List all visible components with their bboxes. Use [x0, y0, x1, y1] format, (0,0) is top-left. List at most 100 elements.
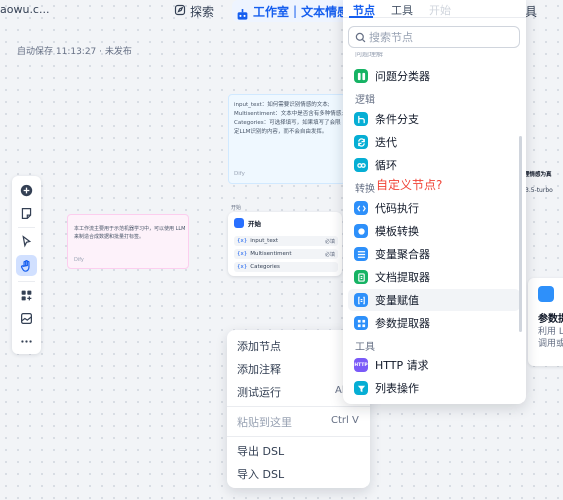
explore-link[interactable]: 探索 [174, 3, 214, 20]
node-item[interactable]: 条件分支 [348, 108, 520, 130]
node-item-label: 迭代 [375, 136, 397, 149]
node-item-label: HTTP 请求 [375, 359, 429, 372]
variable-icon: {x} [237, 251, 248, 257]
node-item[interactable]: 问题分类器 [348, 65, 520, 87]
variable-name: input_text [250, 238, 279, 244]
pointer-icon[interactable] [19, 234, 34, 249]
assigner-icon [354, 293, 368, 307]
category-label: 问题理解 [355, 52, 383, 58]
organize-icon[interactable] [19, 288, 34, 303]
app-title[interactable]: 文本情感 [301, 3, 349, 20]
param-node-desc: 利用 L 出结构 调用或 [538, 327, 563, 349]
node-item[interactable]: 模板转换 [348, 220, 520, 242]
start-node-icon [234, 218, 244, 228]
classifier-icon [354, 69, 368, 83]
menu-import-dsl[interactable]: 导入 DSL [237, 466, 284, 482]
note-text: 本工作流主要用于示范机器学习中，可以使用 LLM 来制造合成数据和批量打标签。 [74, 226, 186, 240]
iteration-icon [354, 135, 368, 149]
node-item-label: 条件分支 [375, 113, 419, 126]
aggregator-icon [354, 247, 368, 261]
menu-add-node[interactable]: 添加节点 [237, 338, 281, 354]
variable-required: 必填 [324, 251, 335, 258]
node-item[interactable]: 迭代 [348, 131, 520, 153]
doc-extractor-icon [354, 270, 368, 284]
start-variable: {x} Categories [234, 262, 338, 272]
add-node-icon[interactable] [19, 183, 34, 198]
studio-label: 工作室 [253, 4, 290, 19]
param-extractor-icon [538, 286, 554, 302]
param-node-title: 参数提 [538, 314, 563, 325]
template-icon [354, 224, 368, 238]
node-item[interactable]: HTTP HTTP 请求 [348, 354, 520, 376]
node-item[interactable]: 列表操作 [348, 377, 520, 399]
node-item-label: 变量赋值 [375, 294, 419, 307]
search-icon [355, 28, 366, 47]
node-item[interactable]: 变量聚合器 [348, 243, 520, 265]
node-item[interactable]: 循环 [348, 154, 520, 176]
menu-test-run[interactable]: 测试运行 [237, 384, 281, 400]
variable-name: Multisentiment [250, 251, 292, 257]
picker-scrollbar[interactable] [519, 136, 522, 332]
node-item[interactable]: 代码执行 [348, 197, 520, 219]
note-author: Dify [74, 257, 84, 263]
parameter-extractor-node[interactable]: 参数提 利用 L 出结构 调用或 [528, 278, 563, 366]
loop-icon [354, 158, 368, 172]
param-extractor-icon [354, 316, 368, 330]
start-variable: {x} input_text 必填 [234, 236, 338, 246]
menu-shortcut: Ctrl V [331, 415, 359, 426]
search-input[interactable] [369, 30, 509, 44]
category-logic: 逻辑 [355, 95, 375, 106]
explore-icon [174, 4, 186, 19]
llm-model-name: 3.5-turbo [525, 187, 553, 194]
minimap-icon[interactable] [19, 311, 34, 326]
node-item-label: 参数提取器 [375, 317, 430, 330]
toolbar-divider [18, 227, 35, 228]
node-picker: 节点 工具 开始 问题理解 问题分类器 逻辑 条件分支 迭代 循环 转换 自定义… [343, 0, 526, 404]
explore-label: 探索 [190, 5, 215, 19]
picker-tabs: 节点 工具 开始 [343, 0, 526, 18]
menu-paste-here[interactable]: 粘贴到这里 [237, 414, 292, 430]
node-item-label: 文档提取器 [375, 271, 430, 284]
workspace-switcher[interactable]: aowu.c... [0, 3, 49, 16]
node-item-label: 代码执行 [375, 202, 419, 215]
variable-name: Categories [250, 264, 280, 270]
variable-required: 必填 [324, 238, 335, 245]
node-item-label: 列表操作 [375, 382, 419, 395]
start-node-tag: 开始 [231, 205, 242, 211]
start-node[interactable]: 开始 {x} input_text 必填 {x} Multisentiment 必填 {… [228, 212, 342, 276]
tab-start[interactable]: 开始 [429, 2, 451, 18]
robot-icon [236, 5, 249, 20]
node-item[interactable]: 文档提取器 [348, 266, 520, 288]
llm-node-label: 理情感为真 [524, 172, 552, 178]
variable-icon: {x} [237, 238, 248, 244]
note-card-pink[interactable]: 本工作流主要用于示范机器学习中，可以使用 LLM 来制造合成数据和批量打标签。 … [67, 214, 189, 269]
custom-node-tooltip: 自定义节点? [376, 178, 443, 192]
add-note-icon[interactable] [19, 206, 34, 221]
variable-icon: {x} [237, 264, 248, 270]
menu-divider [227, 406, 370, 407]
workspace-domain: aowu.c... [0, 3, 50, 16]
menu-add-note[interactable]: 添加注释 [237, 361, 281, 377]
node-item-label: 变量聚合器 [375, 248, 430, 261]
more-icon[interactable] [19, 334, 34, 349]
studio-tab[interactable]: 工作室 | 文本情感 [232, 0, 352, 22]
category-transform: 转换 [355, 184, 375, 195]
note-card-blue[interactable]: input_text：如何需要识别情感的文本; Multisentiment：文… [228, 94, 346, 184]
tab-tools[interactable]: 工具 [391, 2, 413, 18]
node-item-hovered[interactable]: 变量赋值 [348, 289, 520, 311]
active-tab-indicator [349, 16, 373, 18]
node-item-label: 问题分类器 [375, 70, 430, 83]
toolbar-divider [18, 281, 35, 282]
category-tools: 工具 [355, 342, 375, 353]
code-icon [354, 201, 368, 215]
menu-export-dsl[interactable]: 导出 DSL [237, 443, 284, 459]
http-icon: HTTP [354, 358, 368, 372]
start-variable: {x} Multisentiment 必填 [234, 249, 338, 259]
node-item-label: 模板转换 [375, 225, 419, 238]
autosave-status: 自动保存 11:13:27 · 未发布 [17, 47, 132, 57]
note-author: Dify [234, 171, 245, 177]
hand-icon[interactable] [16, 255, 37, 276]
node-item[interactable]: 参数提取器 [348, 312, 520, 334]
tools-link[interactable]: 具 [525, 3, 537, 20]
node-item-label: 循环 [375, 159, 397, 172]
